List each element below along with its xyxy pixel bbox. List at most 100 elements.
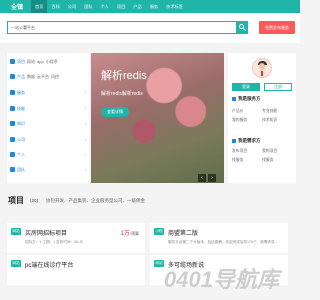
chevron-right-icon: › bbox=[84, 90, 86, 95]
project-price-unit: /预算 bbox=[129, 231, 139, 236]
service-provider-heading: 我是服务方 bbox=[232, 96, 261, 102]
user-panel: 登录 注册 我是服务方 产品价 专业技能 我的服务 技术知识 我是需求方 发布项… bbox=[228, 53, 296, 183]
projects-section-title: 项目 bbox=[8, 196, 24, 205]
site-logo[interactable]: 全镇 bbox=[11, 2, 23, 11]
top-nav-bar: 全镇 首页 百科 公司 团队 个人 项目 产品 服务 技术标签 bbox=[0, 0, 300, 13]
team-icon bbox=[10, 167, 15, 173]
nav-item-wiki[interactable]: 百科 bbox=[47, 0, 63, 13]
project-card[interactable]: 网站 买房网招标项目 1万/预算 招标方：1 工期：1 发布时间：06-20 bbox=[7, 223, 145, 253]
person-icon bbox=[10, 152, 15, 158]
category-sub-link[interactable]: 风控 bbox=[51, 74, 59, 79]
login-button[interactable]: 登录 bbox=[232, 83, 260, 91]
category-sub-link[interactable]: app bbox=[37, 59, 44, 64]
service-heading-label: 我是服务方 bbox=[238, 96, 261, 101]
category-main-label: 技能 bbox=[17, 106, 25, 111]
demand-link[interactable]: 找服务 bbox=[232, 158, 243, 163]
avatar-tie bbox=[261, 71, 263, 76]
banner-title: 解析redis bbox=[101, 70, 147, 82]
project-title[interactable]: 买房网招标项目 bbox=[25, 228, 67, 237]
service-link[interactable]: 我的服务 bbox=[232, 118, 247, 123]
demand-link[interactable]: 发布项目 bbox=[232, 149, 247, 154]
category-sub-link[interactable]: 数据 bbox=[27, 74, 35, 79]
chevron-right-icon: › bbox=[84, 106, 86, 111]
nav-item-team[interactable]: 团队 bbox=[80, 0, 96, 13]
category-row-service[interactable]: 服务 › bbox=[10, 88, 88, 98]
project-tag: 网站 bbox=[11, 228, 21, 235]
nav-item-company[interactable]: 公司 bbox=[64, 0, 80, 13]
category-row-knowledge[interactable]: 知识 › bbox=[10, 119, 88, 129]
category-sub-link[interactable]: 云平台 bbox=[37, 74, 49, 79]
category-main-label: 产品 bbox=[17, 74, 25, 79]
project-meta: 招标方：1 工期：1 发布时间：06-20 bbox=[25, 240, 84, 244]
page: 全镇 首页 百科 公司 团队 个人 项目 产品 服务 技术标签 一站公署平台 免… bbox=[0, 0, 300, 300]
nav-item-product[interactable]: 产品 bbox=[129, 0, 145, 13]
search-button[interactable] bbox=[236, 21, 248, 34]
category-main-label: 公司 bbox=[17, 137, 25, 142]
company-icon bbox=[10, 137, 15, 143]
service-heading-icon bbox=[232, 96, 236, 101]
chevron-right-icon: › bbox=[84, 167, 86, 172]
product-icon bbox=[10, 74, 15, 80]
chevron-right-icon: › bbox=[84, 152, 86, 157]
knowledge-icon bbox=[10, 121, 15, 127]
demand-heading-icon bbox=[232, 138, 236, 143]
demand-link[interactable]: 我的项目 bbox=[262, 149, 277, 154]
service-link[interactable]: 专业技能 bbox=[262, 109, 277, 114]
service-icon bbox=[10, 90, 15, 96]
banner-detail-button[interactable]: 查看详情 bbox=[101, 107, 129, 117]
search-input[interactable]: 一站公署平台 bbox=[7, 21, 237, 34]
banner-next-button[interactable]: › bbox=[208, 174, 216, 182]
nav-item-personal[interactable]: 个人 bbox=[97, 0, 113, 13]
chevron-right-icon: › bbox=[84, 121, 86, 126]
skill-icon bbox=[10, 106, 15, 112]
chevron-right-icon: › bbox=[84, 137, 86, 142]
demand-side-heading: 我是需求方 bbox=[232, 138, 261, 144]
project-title[interactable]: pc端在线诊疗平台 bbox=[25, 260, 73, 269]
project-tag: 小程 bbox=[154, 228, 164, 235]
search-icon-handle bbox=[243, 28, 246, 31]
category-row-team[interactable]: 团队 › bbox=[10, 165, 88, 175]
nav-item-project[interactable]: 项目 bbox=[113, 0, 129, 13]
banner-prev-button[interactable]: ‹ bbox=[198, 174, 206, 182]
category-main-label: 知识 bbox=[17, 121, 25, 126]
category-main-label: 服务 bbox=[17, 90, 25, 95]
demand-heading-label: 我是需求方 bbox=[238, 138, 261, 143]
project-card[interactable]: 网站 pc端在线诊疗平台 bbox=[7, 255, 145, 285]
project-tag: 网站 bbox=[11, 260, 21, 267]
service-link[interactable]: 产品价 bbox=[232, 109, 243, 114]
project-card[interactable]: 小程 商盟第二版 服务平台第二个大版本，包括原稿、改定完成后的170个、新需求变… bbox=[150, 223, 288, 253]
project-meta: 服务平台第二个大版本，包括原稿、改定完成后的170个、新需求变... bbox=[168, 240, 278, 244]
category-main-label: 个人 bbox=[17, 152, 25, 157]
category-row-personal[interactable]: 个人 › bbox=[10, 150, 88, 160]
service-link[interactable]: 技术知识 bbox=[262, 118, 277, 123]
avatar bbox=[252, 58, 272, 78]
project-price-value: 1万 bbox=[120, 231, 130, 237]
avatar-face bbox=[259, 63, 265, 70]
post-service-button[interactable]: 免费发布服务 bbox=[259, 21, 295, 34]
projects-description: 协包开发、产品集装、企业服务型公司、一级佣金 bbox=[46, 198, 145, 203]
category-sub-link[interactable]: 网站 bbox=[27, 59, 35, 64]
category-main-label: 项目 bbox=[17, 59, 25, 64]
nav-item-tech-tags[interactable]: 技术标签 bbox=[162, 0, 187, 13]
project-title[interactable]: 商盟第二版 bbox=[168, 228, 198, 237]
nav-item-service[interactable]: 服务 bbox=[146, 0, 162, 13]
category-row-company[interactable]: 公司 › bbox=[10, 135, 88, 145]
watermark: 0401导航库 bbox=[164, 267, 279, 292]
project-icon bbox=[10, 59, 15, 65]
banner-subtitle: 解析redis解析redis bbox=[101, 91, 143, 97]
hero-banner[interactable]: 解析redis 解析redis解析redis 查看详情 ‹ › bbox=[91, 53, 224, 183]
register-button[interactable]: 注册 bbox=[264, 83, 292, 91]
project-price: 1万/预算 bbox=[121, 228, 139, 237]
category-main-label: 团队 bbox=[17, 167, 25, 172]
category-row-skill[interactable]: 技能 › bbox=[10, 104, 88, 114]
category-panel: 项目 网站 app 小程序 产品 数据 云平台 风控 服务 › 技能 › 知识 › 公司 › 个人 ›… bbox=[7, 53, 89, 183]
nav-item-home[interactable]: 首页 bbox=[31, 0, 48, 13]
search-row: 一站公署平台 免费发布服务 bbox=[0, 13, 300, 43]
projects-count: (20) bbox=[30, 198, 39, 203]
category-row-project[interactable]: 项目 网站 app 小程序 bbox=[10, 57, 88, 67]
category-row-product[interactable]: 产品 数据 云平台 风控 bbox=[10, 72, 88, 82]
project-tag: 网站 bbox=[154, 260, 164, 267]
main-nav: 首页 百科 公司 团队 个人 项目 产品 服务 技术标签 bbox=[31, 0, 187, 13]
category-sub-link[interactable]: 小程序 bbox=[46, 59, 58, 64]
demand-link[interactable]: 找服务 bbox=[262, 158, 273, 163]
